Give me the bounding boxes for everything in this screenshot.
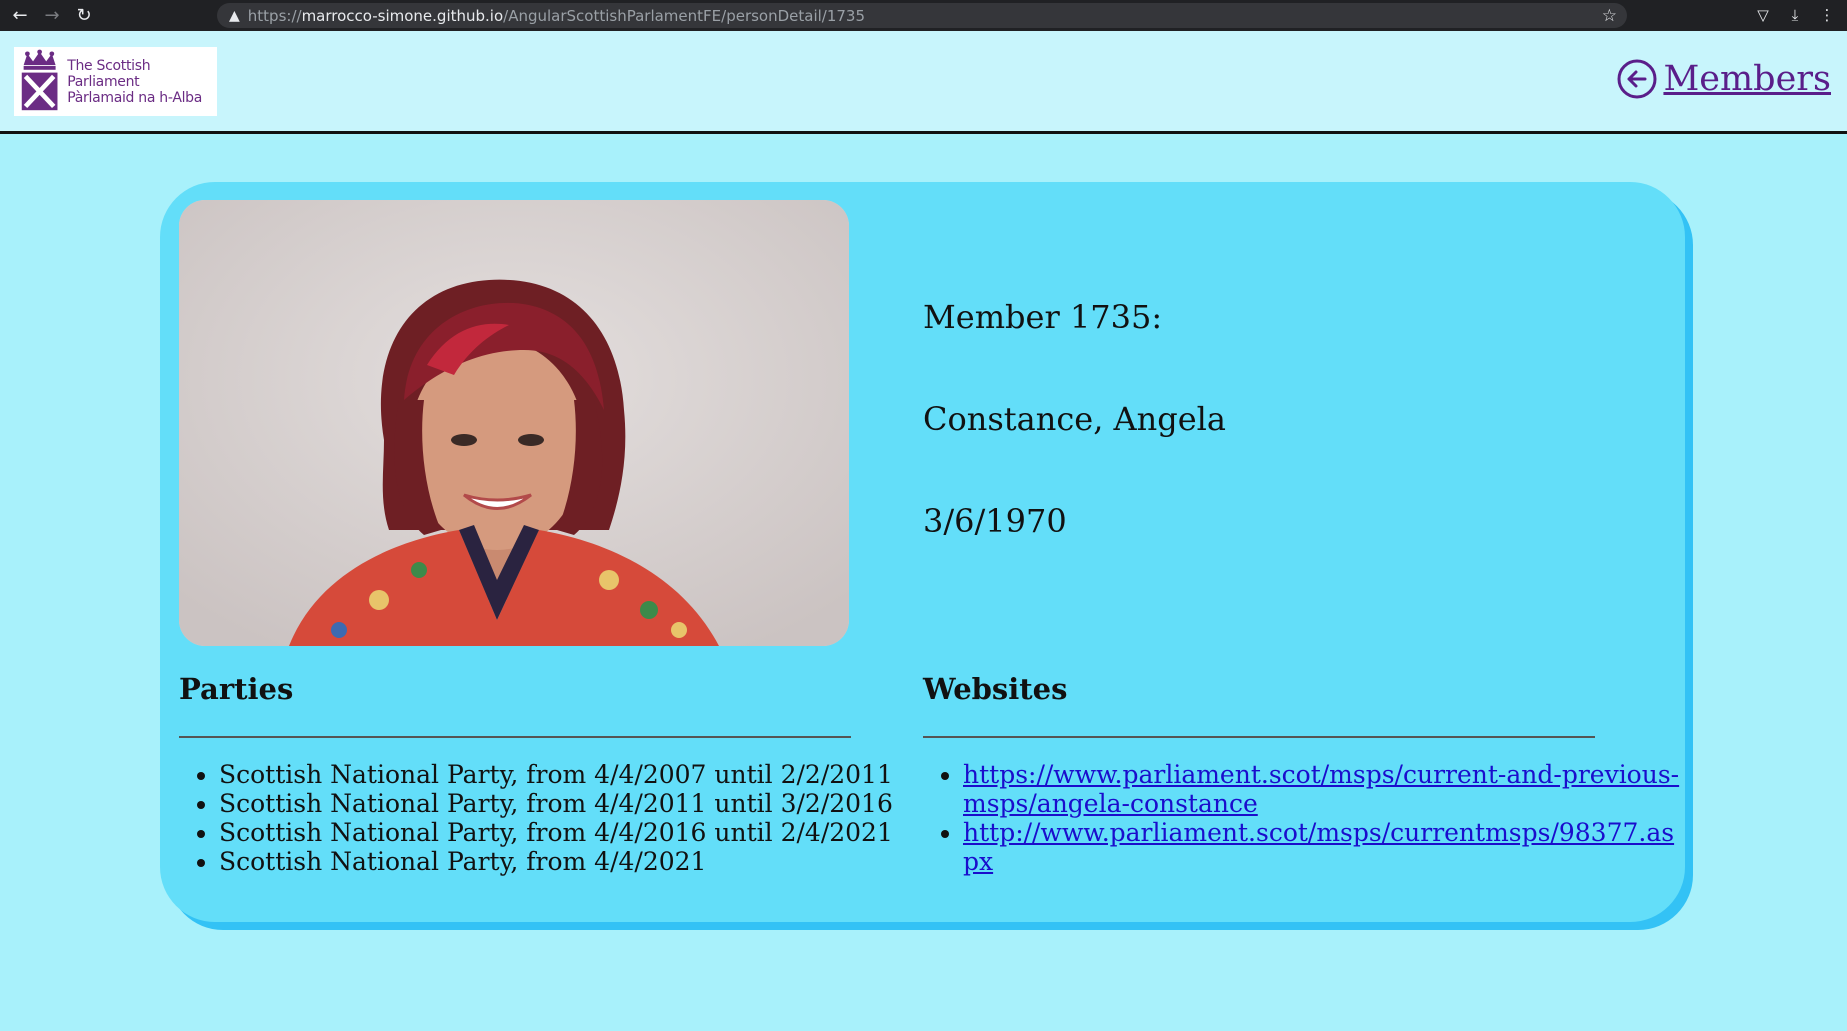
url-path: /AngularScottishParlamentFE/personDetail… [503, 6, 866, 25]
website-link[interactable]: http://www.parliament.scot/msps/currentm… [963, 818, 1674, 876]
pocket-icon[interactable]: ▽ [1753, 3, 1773, 27]
party-item: Scottish National Party, from 4/4/2016 u… [219, 818, 919, 847]
kebab-menu-icon[interactable]: ⋮ [1817, 3, 1837, 27]
url-scheme: https:// [247, 6, 302, 25]
member-photo [179, 200, 849, 646]
website-link[interactable]: https://www.parliament.scot/msps/current… [963, 760, 1679, 818]
members-link-label[interactable]: Members [1663, 59, 1831, 99]
websites-divider [923, 736, 1595, 738]
members-back-link[interactable]: Members [1617, 59, 1831, 99]
circle-arrow-left-icon [1617, 59, 1657, 99]
party-item: Scottish National Party, from 4/4/2007 u… [219, 760, 919, 789]
crown-saltire-icon [21, 49, 58, 110]
browser-toolbar: ← → ↻ ▲ https://marrocco-simone.github.i… [0, 0, 1847, 31]
websites-heading: Websites [923, 672, 1068, 706]
website-item: http://www.parliament.scot/msps/currentm… [963, 818, 1683, 876]
scottish-parliament-logo[interactable]: The Scottish Parliament Pàrlamaid na h-A… [14, 47, 217, 116]
url-host: marrocco-simone.github.io [301, 6, 504, 25]
forward-arrow-icon[interactable]: → [40, 4, 64, 28]
parties-heading: Parties [179, 672, 294, 706]
party-item: Scottish National Party, from 4/4/2011 u… [219, 789, 919, 818]
site-header: The Scottish Parliament Pàrlamaid na h-A… [0, 31, 1847, 134]
reload-icon[interactable]: ↻ [72, 4, 96, 28]
not-secure-warning-icon[interactable]: ▲ [229, 8, 240, 24]
address-bar[interactable]: ▲ https://marrocco-simone.github.io/Angu… [217, 3, 1627, 28]
website-item: https://www.parliament.scot/msps/current… [963, 760, 1683, 818]
parties-list: Scottish National Party, from 4/4/2007 u… [179, 760, 919, 876]
bookmark-star-icon[interactable]: ☆ [1602, 6, 1617, 26]
websites-list: https://www.parliament.scot/msps/current… [923, 760, 1683, 876]
party-item: Scottish National Party, from 4/4/2021 [219, 847, 919, 876]
member-birth-date: 3/6/1970 [923, 502, 1067, 540]
download-icon[interactable]: ⤓ [1785, 3, 1805, 27]
logo-line-gaelic: Pàrlamaid na h-Alba [67, 89, 203, 106]
member-id-line: Member 1735: [923, 298, 1163, 336]
member-name: Constance, Angela [923, 400, 1226, 438]
member-card: Member 1735: Constance, Angela 3/6/1970 … [160, 182, 1685, 922]
parties-divider [179, 736, 851, 738]
logo-line-english: The Scottish Parliament [67, 57, 151, 90]
back-arrow-icon[interactable]: ← [8, 4, 32, 28]
